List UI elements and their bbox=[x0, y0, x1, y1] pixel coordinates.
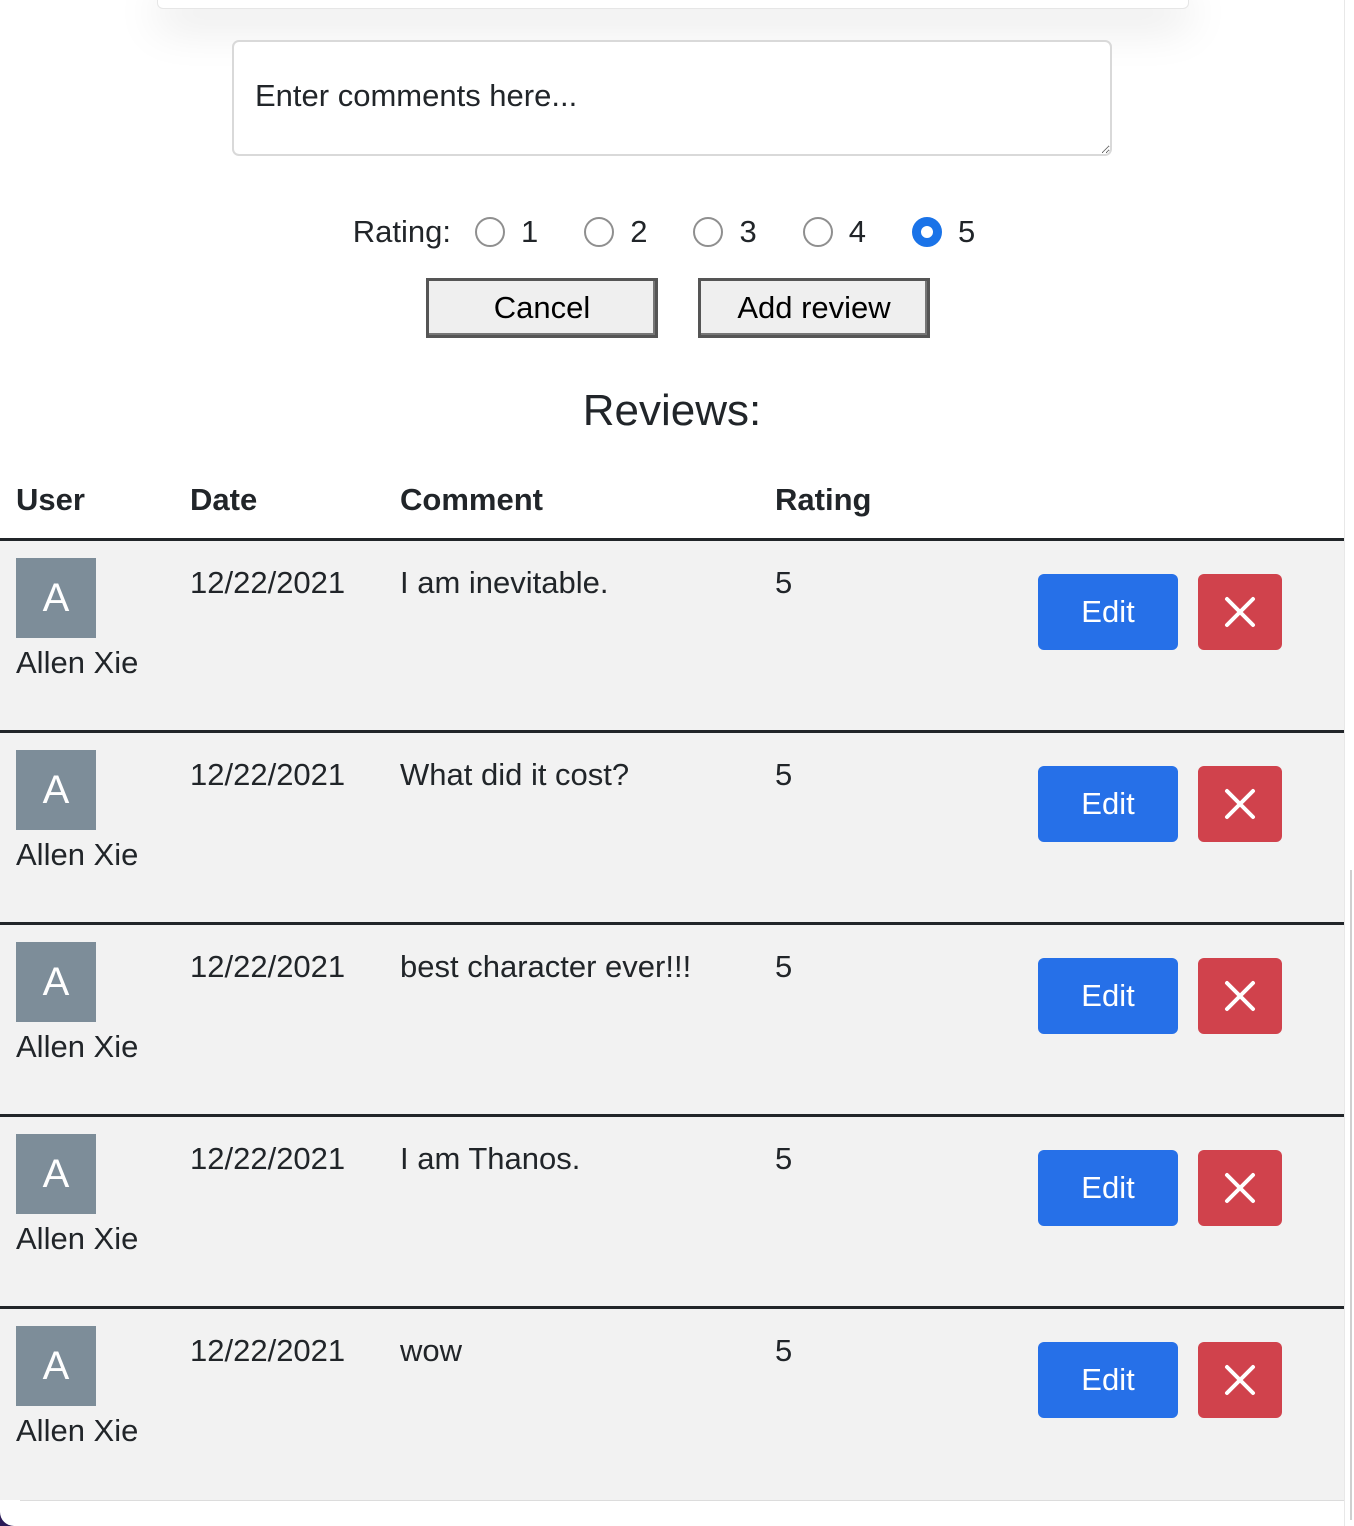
rating-option-4[interactable]: 4 bbox=[802, 214, 866, 250]
rating-option-3[interactable]: 3 bbox=[693, 214, 757, 250]
page: Rating: 1 2 3 4 5 Cancel Add review Revi… bbox=[0, 0, 1354, 1526]
content-card bbox=[157, 0, 1189, 9]
close-icon bbox=[1225, 789, 1255, 819]
column-header-user: User bbox=[16, 482, 85, 517]
close-icon bbox=[1225, 597, 1255, 627]
rating-option-label: 1 bbox=[520, 214, 539, 249]
cancel-button[interactable]: Cancel bbox=[426, 278, 658, 338]
edit-button[interactable]: Edit bbox=[1038, 574, 1178, 650]
edit-button[interactable]: Edit bbox=[1038, 1342, 1178, 1418]
close-icon bbox=[1225, 1365, 1255, 1395]
edit-button[interactable]: Edit bbox=[1038, 766, 1178, 842]
table-row: A Allen Xie 12/22/2021 What did it cost?… bbox=[0, 733, 1344, 925]
rating-option-label: 3 bbox=[739, 214, 757, 249]
review-comment: best character ever!!! bbox=[400, 949, 692, 984]
table-header: User Date Comment Rating bbox=[0, 478, 1344, 541]
avatar: A bbox=[16, 1326, 96, 1406]
delete-button[interactable] bbox=[1198, 1342, 1282, 1418]
radio-icon[interactable] bbox=[474, 217, 505, 247]
review-rating: 5 bbox=[775, 1141, 793, 1176]
edit-button[interactable]: Edit bbox=[1038, 1150, 1178, 1226]
avatar: A bbox=[16, 750, 96, 830]
scrollbar-thumb[interactable] bbox=[1350, 870, 1352, 1520]
edit-button[interactable]: Edit bbox=[1038, 958, 1178, 1034]
delete-button[interactable] bbox=[1198, 766, 1282, 842]
review-rating: 5 bbox=[775, 565, 793, 600]
avatar: A bbox=[16, 1134, 96, 1214]
rating-option-label: 5 bbox=[957, 214, 976, 249]
rating-label: Rating: bbox=[352, 214, 451, 249]
review-date: 12/22/2021 bbox=[190, 1333, 346, 1368]
avatar: A bbox=[16, 942, 96, 1022]
column-header-date: Date bbox=[190, 482, 258, 517]
review-comment: wow bbox=[400, 1333, 463, 1368]
rating-option-1[interactable]: 1 bbox=[474, 214, 539, 250]
table-row: A Allen Xie 12/22/2021 I am inevitable. … bbox=[0, 541, 1344, 733]
avatar: A bbox=[16, 558, 96, 638]
rating-group: Rating: 1 2 3 4 5 bbox=[0, 210, 1354, 254]
review-date: 12/22/2021 bbox=[190, 949, 346, 984]
column-header-rating: Rating bbox=[775, 482, 872, 517]
comment-input[interactable] bbox=[232, 40, 1112, 156]
review-comment: I am inevitable. bbox=[400, 565, 609, 600]
radio-checked-icon[interactable] bbox=[911, 217, 942, 247]
user-name: Allen Xie bbox=[16, 1221, 139, 1256]
rating-option-2[interactable]: 2 bbox=[584, 214, 647, 250]
review-comment: I am Thanos. bbox=[400, 1141, 581, 1176]
review-comment: What did it cost? bbox=[400, 757, 630, 792]
user-name: Allen Xie bbox=[16, 645, 139, 680]
table-row: A Allen Xie 12/22/2021 wow 5 Edit bbox=[0, 1309, 1344, 1501]
scrollbar[interactable] bbox=[1344, 0, 1354, 1526]
add-review-button[interactable]: Add review bbox=[698, 278, 930, 338]
user-name: Allen Xie bbox=[16, 837, 139, 872]
close-icon bbox=[1225, 1173, 1255, 1203]
close-icon bbox=[1225, 981, 1255, 1011]
review-date: 12/22/2021 bbox=[190, 565, 346, 600]
radio-icon[interactable] bbox=[584, 217, 615, 247]
review-date: 12/22/2021 bbox=[190, 1141, 346, 1176]
table-row: A Allen Xie 12/22/2021 I am Thanos. 5 Ed… bbox=[0, 1117, 1344, 1309]
radio-icon[interactable] bbox=[802, 217, 833, 247]
reviews-table-body: A Allen Xie 12/22/2021 I am inevitable. … bbox=[0, 541, 1344, 1501]
radio-icon[interactable] bbox=[693, 217, 724, 247]
column-header-comment: Comment bbox=[400, 482, 543, 517]
delete-button[interactable] bbox=[1198, 958, 1282, 1034]
rating-option-5[interactable]: 5 bbox=[911, 214, 976, 250]
user-name: Allen Xie bbox=[16, 1029, 139, 1064]
review-date: 12/22/2021 bbox=[190, 757, 346, 792]
user-name: Allen Xie bbox=[16, 1413, 139, 1448]
review-rating: 5 bbox=[775, 757, 793, 792]
rating-option-label: 2 bbox=[630, 214, 648, 249]
reviews-title: Reviews: bbox=[582, 386, 762, 435]
review-rating: 5 bbox=[775, 1333, 793, 1368]
rating-option-label: 4 bbox=[848, 214, 866, 249]
delete-button[interactable] bbox=[1198, 574, 1282, 650]
table-row: A Allen Xie 12/22/2021 best character ev… bbox=[0, 925, 1344, 1117]
review-rating: 5 bbox=[775, 949, 793, 984]
delete-button[interactable] bbox=[1198, 1150, 1282, 1226]
